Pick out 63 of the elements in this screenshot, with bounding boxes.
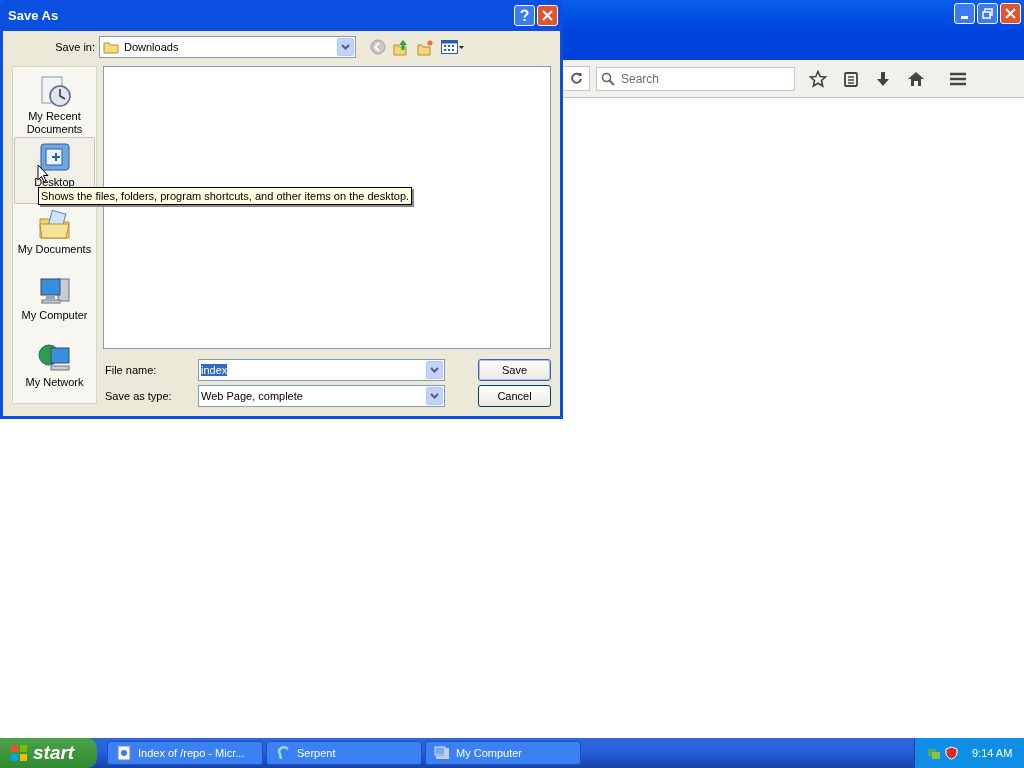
reload-icon [570, 72, 583, 85]
clock: 9:14 AM [972, 745, 1013, 761]
chevron-down-icon [341, 44, 350, 50]
dialog-button[interactable]: Cancel [478, 385, 551, 407]
places-item[interactable]: My Computer [14, 270, 95, 337]
search-field[interactable]: Search [596, 66, 795, 91]
folder-document-icon [37, 208, 72, 241]
home-icon[interactable] [907, 70, 925, 87]
back-icon[interactable] [370, 39, 386, 55]
places-item[interactable]: My Documents [14, 203, 95, 271]
file-type-dropdown[interactable]: Web Page, complete [198, 385, 445, 407]
tooltip: Shows the files, folders, program shortcuts, and other items on the desktop. [38, 187, 413, 205]
places-label: My Recent Documents [25, 110, 84, 136]
folder-icon [103, 40, 119, 54]
minimize-button[interactable] [954, 3, 975, 24]
chevron-down-icon [430, 367, 439, 373]
dropdown-button[interactable] [426, 361, 443, 379]
close-icon [542, 10, 553, 21]
dropdown-button[interactable] [426, 387, 443, 405]
window-title: Save As [8, 6, 60, 25]
help-icon [520, 9, 529, 22]
caret-icon [459, 45, 464, 49]
places-label: Desktop [33, 176, 76, 190]
windows-flag-icon [10, 744, 28, 762]
menu-icon[interactable] [949, 71, 967, 86]
file-name-combo[interactable]: index [198, 359, 445, 381]
field-label: Save as type: [104, 388, 173, 404]
grid-view-icon [441, 40, 458, 54]
taskbar-button[interactable]: My Computer [425, 741, 581, 765]
globe-computer-icon [37, 341, 72, 374]
up-folder-icon[interactable] [393, 38, 410, 56]
dropdown-button[interactable] [337, 38, 354, 56]
start-button[interactable]: start [0, 738, 97, 768]
save-in-dropdown[interactable]: Downloads [99, 36, 356, 58]
save-in-value: Downloads [124, 39, 180, 55]
field-value: index [201, 363, 228, 376]
places-item[interactable]: My Network [14, 336, 95, 404]
save-in-label: Save in: [54, 39, 96, 55]
search-icon [601, 71, 615, 86]
places-label: My Network [24, 375, 85, 389]
close-button[interactable] [1000, 3, 1021, 24]
shield-icon [945, 746, 958, 760]
places-item[interactable]: My Recent Documents [14, 71, 95, 138]
chevron-down-icon [430, 393, 439, 399]
download-icon[interactable] [875, 70, 891, 87]
restore-icon [982, 8, 993, 19]
dialog-button[interactable]: Save [478, 359, 551, 381]
star-icon[interactable] [809, 69, 827, 88]
places-label: My Documents [16, 242, 93, 256]
restore-button[interactable] [977, 3, 998, 24]
field-label: File name: [104, 362, 158, 378]
close-button[interactable] [537, 5, 558, 26]
computer-icon [434, 745, 450, 761]
taskbar-button[interactable]: Serpent [266, 741, 422, 765]
taskbar-button[interactable]: Index of /repo - Micr... [107, 741, 263, 765]
document-icon [116, 745, 132, 761]
views-menu-button[interactable] [441, 40, 464, 54]
close-icon [1005, 8, 1016, 19]
help-button[interactable] [514, 5, 535, 26]
places-label: My Computer [20, 309, 89, 323]
new-folder-icon[interactable] [417, 38, 434, 56]
field-value: Web Page, complete [201, 389, 303, 402]
clipboard-icon[interactable] [843, 70, 859, 87]
